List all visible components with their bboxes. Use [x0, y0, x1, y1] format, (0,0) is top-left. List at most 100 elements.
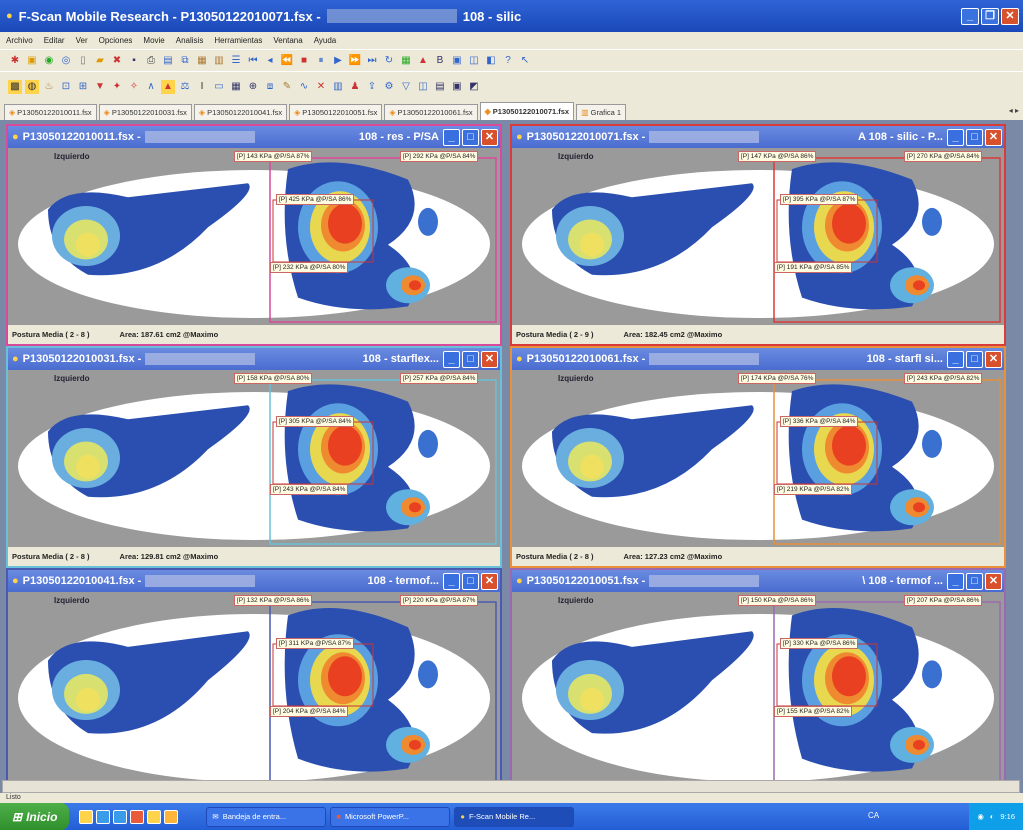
panel-minimize-button[interactable]: _ — [947, 350, 964, 368]
ie-icon[interactable] — [113, 809, 128, 824]
whatsthis-icon[interactable]: ↖ — [518, 54, 532, 68]
cross-icon[interactable]: ✕ — [314, 80, 328, 94]
layout-icon[interactable]: ▤ — [433, 80, 447, 94]
panel-title-bar[interactable]: ● P13050122010071.fsx - A 108 - silic - … — [512, 126, 1004, 148]
restore-button[interactable]: ❐ — [981, 7, 999, 25]
task-fscan[interactable]: ● F-Scan Mobile Re... — [454, 806, 575, 827]
bold-icon[interactable]: B — [433, 54, 447, 68]
pause-icon[interactable]: ⏸ — [314, 54, 328, 68]
settings-icon[interactable]: ☰ — [229, 54, 243, 68]
filter-icon[interactable]: ▽ — [399, 80, 413, 94]
display-icon[interactable]: ◩ — [467, 80, 481, 94]
view-3d-icon[interactable]: ◍ — [25, 79, 39, 94]
panel-maximize-button[interactable]: □ — [462, 572, 479, 590]
cascade-icon[interactable]: ◧ — [484, 54, 498, 68]
sensor-icon[interactable]: ◎ — [59, 54, 73, 68]
record-icon[interactable]: ◉ — [42, 54, 56, 68]
person-icon[interactable]: ♟ — [348, 80, 362, 94]
volume-icon[interactable]: ◐ — [990, 812, 995, 821]
outline-icon[interactable]: ⊡ — [59, 80, 73, 94]
export-icon[interactable]: ⇪ — [365, 80, 379, 94]
start-button[interactable]: ⊞ Inicio — [0, 803, 70, 830]
browser-icon[interactable] — [96, 809, 111, 824]
menu-ventana[interactable]: Ventana — [273, 36, 302, 45]
panel-title-bar[interactable]: ● P13050122010031.fsx - 108 - starflex..… — [8, 348, 500, 370]
minimize-button[interactable]: _ — [961, 7, 979, 25]
play-icon[interactable]: ▶ — [331, 54, 345, 68]
panel-maximize-button[interactable]: □ — [966, 572, 983, 590]
panel-maximize-button[interactable]: □ — [462, 350, 479, 368]
contour-icon[interactable]: ♨ — [42, 80, 56, 94]
tab-grafica-1[interactable]: ▥ Grafica 1 — [576, 104, 627, 120]
tab-file-6[interactable]: ◈ P13050122010061.fsx — [384, 104, 478, 120]
page-icon[interactable]: ▯ — [76, 54, 90, 68]
panel-maximize-button[interactable]: □ — [966, 128, 983, 146]
pressure-map[interactable]: Izquierdo [P] 147 KPa @P/SA 86% [P] 270 … — [512, 148, 1004, 324]
pressure-map[interactable]: Izquierdo [P] 132 KPa @P/SA 86% [P] 220 … — [8, 592, 500, 788]
pressure-panel[interactable]: ● P13050122010031.fsx - 108 - starflex..… — [6, 346, 502, 568]
language-indicator[interactable]: CA — [868, 811, 879, 820]
menu-herramientas[interactable]: Herramientas — [214, 36, 262, 45]
text-icon[interactable]: I — [195, 80, 209, 94]
tools-icon[interactable]: ⚙ — [382, 80, 396, 94]
line-icon[interactable]: ∧ — [144, 80, 158, 94]
media-icon[interactable] — [130, 809, 145, 824]
tab-file-1[interactable]: ◈ P13050122010011.fsx — [4, 104, 97, 120]
loop-icon[interactable]: ↻ — [382, 54, 396, 68]
task-powerpoint[interactable]: ■ Microsoft PowerP... — [330, 806, 451, 827]
ruler-icon[interactable]: ▭ — [212, 80, 226, 94]
explorer-icon[interactable] — [164, 809, 179, 824]
tab-file-3[interactable]: ◈ P13050122010031.fsx — [98, 104, 192, 120]
menu-analisis[interactable]: Analisis — [176, 36, 204, 45]
panel-title-bar[interactable]: ● P13050122010011.fsx - 108 - res - P/SA… — [8, 126, 500, 148]
grid-icon[interactable]: ▦ — [399, 54, 413, 68]
panel-minimize-button[interactable]: _ — [443, 572, 460, 590]
graph-icon[interactable]: ▥ — [331, 80, 345, 94]
tab-file-7[interactable]: ◈ P13050122010071.fsx — [479, 102, 575, 120]
pressure-map[interactable]: Izquierdo [P] 150 KPa @P/SA 86% [P] 207 … — [512, 592, 1004, 788]
table-icon[interactable]: ▦ — [229, 80, 243, 94]
delete-icon[interactable]: ✖ — [110, 54, 124, 68]
panel-minimize-button[interactable]: _ — [443, 128, 460, 146]
forward-icon[interactable]: ⏭ — [365, 54, 379, 68]
save-icon[interactable]: ▪ — [127, 54, 141, 68]
prev-frame-icon[interactable]: ⏪ — [280, 54, 294, 68]
paste-icon[interactable]: ▦ — [195, 54, 209, 68]
panel-maximize-button[interactable]: □ — [966, 350, 983, 368]
panel-icon[interactable]: ▣ — [450, 80, 464, 94]
pressure-panel[interactable]: ● P13050122010061.fsx - 108 - starfl si.… — [510, 346, 1006, 568]
menu-archivo[interactable]: Archivo — [6, 36, 33, 45]
folder-icon[interactable]: ▰ — [93, 54, 107, 68]
menu-ayuda[interactable]: Ayuda — [314, 36, 337, 45]
panel-close-button[interactable]: ✕ — [985, 350, 1002, 368]
desktop-icon[interactable] — [147, 809, 162, 824]
panel-title-bar[interactable]: ● P13050122010051.fsx - \ 108 - termof .… — [512, 570, 1004, 592]
panel-title-bar[interactable]: ● P13050122010041.fsx - 108 - termof... … — [8, 570, 500, 592]
outlook-icon[interactable] — [79, 809, 94, 824]
clipboard-icon[interactable]: ▥ — [212, 54, 226, 68]
task-bandeja[interactable]: ✉ Bandeja de entra... — [206, 806, 327, 827]
tab-file-4[interactable]: ◈ P13050122010041.fsx — [193, 104, 288, 120]
pressure-panel[interactable]: ● P13050122010071.fsx - A 108 - silic - … — [510, 124, 1006, 346]
tab-scroll-arrows[interactable]: ◂ ▸ — [1009, 106, 1019, 115]
pressure-map[interactable]: Izquierdo [P] 143 KPa @P/SA 87% [P] 292 … — [8, 148, 500, 324]
panel-minimize-button[interactable]: _ — [947, 572, 964, 590]
panel-close-button[interactable]: ✕ — [985, 572, 1002, 590]
close-button[interactable]: ✕ — [1001, 7, 1019, 25]
network-icon[interactable]: ◉ — [977, 812, 984, 821]
peak-icon[interactable]: ▼ — [93, 80, 107, 94]
split-icon[interactable]: ◫ — [416, 80, 430, 94]
stop-icon[interactable]: ■ — [297, 54, 311, 68]
pressure-map[interactable]: Izquierdo [P] 158 KPa @P/SA 80% [P] 257 … — [8, 370, 500, 546]
tile-icon[interactable]: ◫ — [467, 54, 481, 68]
panel-minimize-button[interactable]: _ — [443, 350, 460, 368]
panel-title-bar[interactable]: ● P13050122010061.fsx - 108 - starfl si.… — [512, 348, 1004, 370]
new-icon[interactable]: ✱ — [8, 54, 22, 68]
panel-minimize-button[interactable]: _ — [947, 128, 964, 146]
chart-icon[interactable]: ▲ — [416, 54, 430, 68]
scale-icon[interactable]: ⚖ — [178, 80, 192, 94]
curve-icon[interactable]: ∿ — [297, 80, 311, 94]
trajectory-icon[interactable]: ✧ — [127, 80, 141, 94]
box-icon[interactable]: ⊞ — [76, 80, 90, 94]
horizontal-scrollbar[interactable] — [2, 780, 1020, 793]
